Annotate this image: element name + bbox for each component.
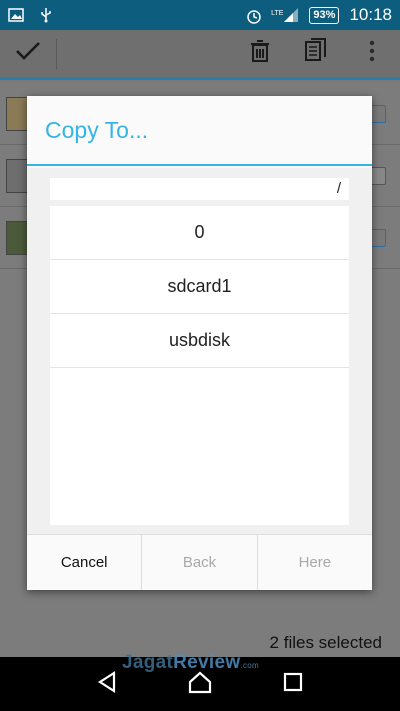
here-button[interactable]: Here: [256, 535, 372, 590]
directory-item-sdcard1[interactable]: sdcard1: [50, 260, 349, 314]
dialog-body: / 0 sdcard1 usbdisk: [27, 168, 372, 534]
back-button[interactable]: Back: [141, 535, 256, 590]
watermark-suffix: .com: [240, 661, 259, 670]
copy-icon: [304, 38, 328, 69]
battery-indicator: 93%: [309, 6, 340, 24]
done-button[interactable]: [0, 29, 56, 79]
watermark-logo: JagatReview.com: [122, 652, 259, 674]
overflow-icon: [369, 40, 375, 67]
watermark-brand-a: Jagat: [122, 652, 174, 673]
directory-item-usbdisk[interactable]: usbdisk: [50, 314, 349, 368]
selection-count: 2 files selected: [269, 633, 382, 652]
nav-recents-button[interactable]: [273, 664, 313, 704]
divider: [56, 38, 57, 69]
image-icon: [8, 7, 24, 23]
usb-icon: [38, 7, 54, 23]
status-right: LTE 93% 10:18: [245, 5, 392, 25]
status-left: [8, 7, 54, 23]
overflow-menu-button[interactable]: [344, 29, 400, 79]
watermark-brand-b: Review: [173, 652, 241, 673]
recents-icon: [283, 672, 303, 697]
current-path: /: [50, 178, 349, 200]
dialog-button-bar: Cancel Back Here: [27, 534, 372, 590]
dialog-title: Copy To...: [27, 96, 372, 166]
back-icon: [96, 670, 118, 699]
cancel-button[interactable]: Cancel: [27, 535, 141, 590]
nav-back-button[interactable]: [87, 664, 127, 704]
trash-icon: [249, 39, 271, 68]
check-icon: [15, 40, 41, 67]
alarm-icon: [245, 7, 261, 24]
copy-button[interactable]: [288, 29, 344, 79]
delete-button[interactable]: [232, 29, 288, 79]
signal-icon: LTE: [271, 7, 299, 23]
network-type: LTE: [271, 10, 284, 17]
directory-item-0[interactable]: 0: [50, 206, 349, 260]
status-bar: LTE 93% 10:18: [0, 0, 400, 30]
copy-to-dialog: Copy To... / 0 sdcard1 usbdisk Cancel Ba…: [27, 96, 372, 590]
action-bar: [0, 30, 400, 80]
directory-list: 0 sdcard1 usbdisk: [50, 206, 349, 525]
clock: 10:18: [349, 5, 392, 24]
